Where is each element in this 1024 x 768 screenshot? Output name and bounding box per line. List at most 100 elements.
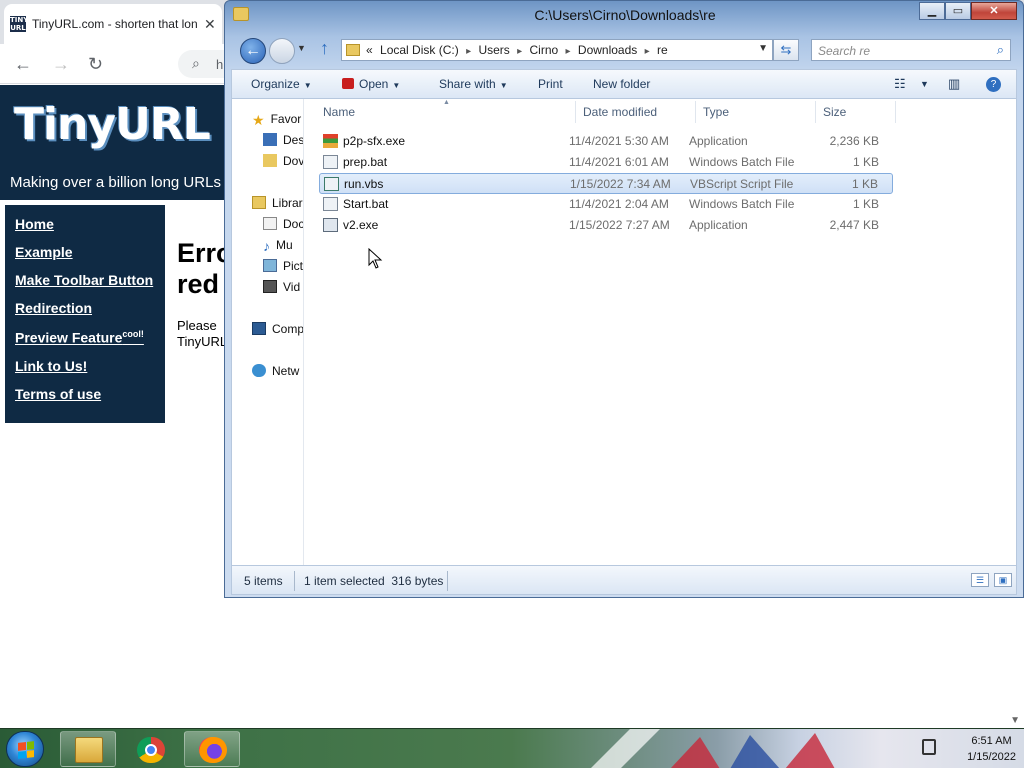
file-size: 1 KB xyxy=(852,197,879,211)
file-explorer-icon xyxy=(75,737,103,763)
file-row-start[interactable]: Start.bat 11/4/2021 2:04 AM Windows Batc… xyxy=(319,194,893,215)
taskbar-chrome-button[interactable] xyxy=(122,731,178,767)
file-size: 2,447 KB xyxy=(829,218,879,232)
maximize-button[interactable]: ▭ xyxy=(945,2,971,20)
chevron-right-icon[interactable]: ▸ xyxy=(645,46,650,57)
new-folder-button[interactable]: New folder xyxy=(593,77,650,91)
file-row-p2p-sfx[interactable]: p2p-sfx.exe 11/4/2021 5:30 AM Applicatio… xyxy=(319,131,893,152)
link-link-to-us[interactable]: Link to Us! xyxy=(15,358,87,374)
file-row-prep[interactable]: prep.bat 11/4/2021 6:01 AM Windows Batch… xyxy=(319,152,893,173)
column-header-date[interactable]: Date modified xyxy=(583,105,657,119)
status-divider xyxy=(294,571,295,591)
nav-music[interactable]: ♪ Mu xyxy=(263,238,293,254)
file-type: Application xyxy=(689,134,748,148)
taskbar-explorer-button[interactable] xyxy=(60,731,116,767)
clock-date: 1/15/2022 xyxy=(967,751,1016,763)
breadcrumb-users[interactable]: Users xyxy=(478,43,509,57)
back-button[interactable]: ← xyxy=(240,38,266,64)
share-with-button[interactable]: Share with ▼ xyxy=(439,77,508,91)
organize-button[interactable]: Organize ▼ xyxy=(251,77,312,91)
taskbar: 6:51 AM 1/15/2022 xyxy=(0,728,1024,768)
system-clock[interactable]: 6:51 AM 1/15/2022 xyxy=(967,733,1016,765)
column-divider[interactable] xyxy=(895,101,896,123)
tinyurl-sidebar: Home Example Make Toolbar Button Redirec… xyxy=(5,205,165,423)
up-arrow-icon[interactable]: ↑ xyxy=(320,38,329,59)
window-controls: ▁ ▭ ✕ xyxy=(919,2,1017,20)
link-terms-of-use[interactable]: Terms of use xyxy=(15,386,101,402)
breadcrumb-cirno[interactable]: Cirno xyxy=(530,43,559,57)
address-bar[interactable]: « Local Disk (C:) ▸ Users ▸ Cirno ▸ Down… xyxy=(341,39,773,61)
chevron-right-icon[interactable]: ▸ xyxy=(466,46,471,57)
link-home[interactable]: Home xyxy=(15,216,54,232)
browser-tab[interactable]: TINY URL TinyURL.com - shorten that lon … xyxy=(4,4,222,44)
file-row-v2[interactable]: v2.exe 1/15/2022 7:27 AM Application 2,4… xyxy=(319,215,893,236)
forward-button[interactable] xyxy=(269,38,295,64)
chevron-right-icon[interactable]: ▸ xyxy=(517,46,522,57)
chevron-down-icon[interactable]: ▼ xyxy=(758,43,768,54)
close-button[interactable]: ✕ xyxy=(971,2,1017,20)
help-icon[interactable]: ? xyxy=(986,77,1001,92)
nav-network[interactable]: Netw xyxy=(252,364,299,378)
file-size: 1 KB xyxy=(851,177,878,191)
selection-info: 1 item selected 316 bytes xyxy=(304,574,444,588)
link-preview-feature[interactable]: Preview Featurecool! xyxy=(15,329,144,346)
start-button[interactable] xyxy=(6,731,44,767)
tab-close-icon[interactable]: ✕ xyxy=(204,16,216,33)
nav-videos[interactable]: Vid xyxy=(263,280,300,294)
forward-arrow-icon[interactable]: → xyxy=(52,54,70,75)
column-header-name[interactable]: Name xyxy=(323,105,355,119)
column-divider[interactable] xyxy=(575,101,576,123)
window-title: C:\Users\Cirno\Downloads\re xyxy=(534,7,716,23)
column-header-size[interactable]: Size xyxy=(823,105,846,119)
file-type: Windows Batch File xyxy=(689,197,795,211)
breadcrumb-local-disk[interactable]: Local Disk (C:) xyxy=(380,43,459,57)
tinyurl-logo[interactable]: TinyURL xyxy=(14,99,211,150)
search-input[interactable]: Search re ⌕ xyxy=(811,39,1011,61)
tinyurl-favicon-icon: TINY URL xyxy=(10,16,29,32)
print-button[interactable]: Print xyxy=(538,77,563,91)
nav-documents[interactable]: Doc xyxy=(263,217,303,231)
open-button[interactable]: Open ▼ xyxy=(342,77,400,91)
column-divider[interactable] xyxy=(815,101,816,123)
nav-libraries[interactable]: Librar xyxy=(252,196,303,210)
nav-downloads-label: Dov xyxy=(283,154,304,168)
breadcrumb-overflow[interactable]: « xyxy=(366,43,373,57)
file-row-run[interactable]: run.vbs 1/15/2022 7:34 AM VBScript Scrip… xyxy=(319,173,893,194)
documents-icon xyxy=(263,217,277,230)
refresh-button[interactable]: ⇆ xyxy=(773,39,799,61)
breadcrumb-re[interactable]: re xyxy=(657,43,668,57)
thumbnail-view-icon[interactable]: ▣ xyxy=(994,573,1012,587)
link-example[interactable]: Example xyxy=(15,244,73,260)
search-icon[interactable]: ⌕ xyxy=(997,42,1004,58)
breadcrumb-downloads[interactable]: Downloads xyxy=(578,43,637,57)
action-center-flag-icon[interactable] xyxy=(922,739,936,755)
nav-pictures[interactable]: Pict xyxy=(263,259,303,273)
batch-file-icon xyxy=(323,155,338,169)
search-icon: ⌕ xyxy=(192,55,200,71)
link-redirection[interactable]: Redirection xyxy=(15,300,92,316)
column-divider[interactable] xyxy=(695,101,696,123)
column-header-type[interactable]: Type xyxy=(703,105,729,119)
reload-icon[interactable]: ↻ xyxy=(88,54,103,75)
nav-favorites-label: Favor xyxy=(270,112,302,126)
view-options-icon[interactable]: ☷ xyxy=(894,76,906,92)
chevron-right-icon[interactable]: ▸ xyxy=(566,46,571,57)
nav-computer[interactable]: Comp xyxy=(252,322,303,336)
pictures-icon xyxy=(263,259,277,272)
preview-pane-icon[interactable]: ▥ xyxy=(948,76,960,92)
wallpaper-banner xyxy=(590,729,870,768)
file-date: 11/4/2021 6:01 AM xyxy=(569,155,669,169)
recent-pages-dropdown-icon[interactable]: ▼ xyxy=(297,43,306,53)
chevron-down-icon[interactable]: ▼ xyxy=(920,79,929,89)
navigation-pane: ★ Favor Des Dov Librar Doc ♪ Mu Pict Vid C… xyxy=(232,99,304,565)
minimize-button[interactable]: ▁ xyxy=(919,2,945,20)
details-view-icon[interactable]: ☰ xyxy=(971,573,989,587)
scroll-down-arrow-icon[interactable]: ▼ xyxy=(1010,715,1020,726)
breadcrumb: « Local Disk (C:) ▸ Users ▸ Cirno ▸ Down… xyxy=(366,43,672,57)
nav-favorites[interactable]: ★ Favor xyxy=(252,112,301,129)
taskbar-firefox-button[interactable] xyxy=(184,731,240,767)
link-make-toolbar-button[interactable]: Make Toolbar Button xyxy=(15,272,153,288)
nav-downloads[interactable]: Dov xyxy=(263,154,304,168)
back-arrow-icon[interactable]: ← xyxy=(14,54,32,75)
nav-desktop[interactable]: Des xyxy=(263,133,303,147)
